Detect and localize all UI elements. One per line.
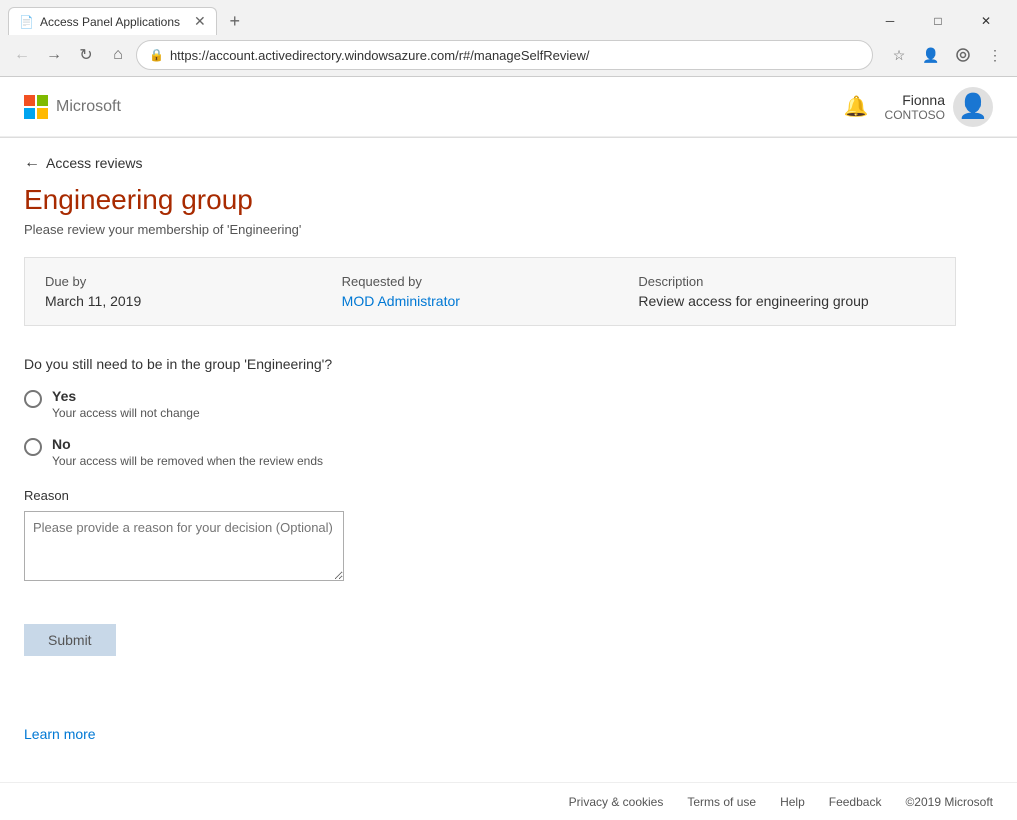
yes-desc: Your access will not change: [52, 406, 200, 420]
info-table: Due by March 11, 2019 Requested by MOD A…: [24, 257, 956, 326]
new-tab-button[interactable]: +: [221, 7, 249, 35]
address-icons: ☆ 👤 ⋮: [885, 41, 1009, 69]
due-label: Due by: [45, 274, 342, 289]
extensions-icon[interactable]: [949, 41, 977, 69]
browser-tab[interactable]: 📄 Access Panel Applications ✕: [8, 7, 217, 35]
yes-title: Yes: [52, 388, 200, 404]
tab-close-button[interactable]: ✕: [194, 13, 206, 30]
reason-textarea[interactable]: [24, 511, 344, 581]
address-bar: ← → ↻ ⌂ 🔒 https://account.activedirector…: [0, 36, 1017, 76]
user-org-name: CONTOSO: [885, 108, 945, 122]
user-name: Fionna CONTOSO: [885, 92, 945, 122]
no-option[interactable]: No Your access will be removed when the …: [24, 436, 956, 468]
forward-button[interactable]: →: [40, 41, 68, 69]
submit-button[interactable]: Submit: [24, 624, 116, 656]
description-value: Review access for engineering group: [638, 293, 935, 309]
reason-label: Reason: [24, 488, 956, 503]
url-bar[interactable]: 🔒 https://account.activedirectory.window…: [136, 40, 873, 70]
due-value: March 11, 2019: [45, 293, 342, 309]
requested-by-col: Requested by MOD Administrator: [342, 274, 639, 309]
copyright-text: ©2019 Microsoft: [905, 795, 993, 809]
no-radio[interactable]: [24, 438, 42, 456]
main-content: ← Access reviews Engineering group Pleas…: [0, 138, 980, 782]
reason-section: Reason: [24, 488, 956, 584]
minimize-button[interactable]: ─: [867, 7, 913, 35]
requested-label: Requested by: [342, 274, 639, 289]
page-title: Engineering group: [24, 184, 956, 216]
user-avatar[interactable]: 👤: [953, 87, 993, 127]
ms-header: Microsoft 🔔 Fionna CONTOSO 👤: [0, 77, 1017, 137]
browser-chrome: 📄 Access Panel Applications ✕ + ─ □ ✕ ← …: [0, 0, 1017, 77]
ms-logo: Microsoft: [24, 95, 121, 119]
logo-green: [37, 95, 48, 106]
back-button[interactable]: ←: [8, 41, 36, 69]
terms-of-use-link[interactable]: Terms of use: [687, 795, 756, 809]
security-lock-icon: 🔒: [149, 48, 164, 62]
logo-yellow: [37, 108, 48, 119]
help-link[interactable]: Help: [780, 795, 805, 809]
back-arrow-icon: ←: [24, 154, 40, 172]
ms-logo-squares: [24, 95, 48, 119]
avatar-icon: 👤: [958, 92, 988, 121]
yes-radio[interactable]: [24, 390, 42, 408]
refresh-button[interactable]: ↻: [72, 41, 100, 69]
menu-icon[interactable]: ⋮: [981, 41, 1009, 69]
back-nav-label: Access reviews: [46, 155, 142, 171]
window-controls: ─ □ ✕: [867, 7, 1009, 35]
review-question: Do you still need to be in the group 'En…: [24, 356, 956, 372]
page-footer: Privacy & cookies Terms of use Help Feed…: [0, 782, 1017, 820]
description-col: Description Review access for engineerin…: [638, 274, 935, 309]
no-label: No Your access will be removed when the …: [52, 436, 323, 468]
no-desc: Your access will be removed when the rev…: [52, 454, 323, 468]
yes-label: Yes Your access will not change: [52, 388, 200, 420]
logo-blue: [24, 108, 35, 119]
yes-option[interactable]: Yes Your access will not change: [24, 388, 956, 420]
description-label: Description: [638, 274, 935, 289]
title-bar: 📄 Access Panel Applications ✕ + ─ □ ✕: [0, 0, 1017, 36]
tab-icon: 📄: [19, 15, 34, 29]
notification-bell-icon[interactable]: 🔔: [844, 94, 869, 119]
due-by-col: Due by March 11, 2019: [45, 274, 342, 309]
feedback-link[interactable]: Feedback: [829, 795, 882, 809]
ms-logo-text: Microsoft: [56, 98, 121, 116]
header-right: 🔔 Fionna CONTOSO 👤: [844, 87, 993, 127]
url-text: https://account.activedirectory.windowsa…: [170, 48, 860, 63]
user-info[interactable]: Fionna CONTOSO 👤: [885, 87, 993, 127]
home-button[interactable]: ⌂: [104, 41, 132, 69]
learn-more-link[interactable]: Learn more: [24, 726, 96, 742]
star-icon[interactable]: ☆: [885, 41, 913, 69]
person-icon[interactable]: 👤: [917, 41, 945, 69]
privacy-cookies-link[interactable]: Privacy & cookies: [569, 795, 664, 809]
page-content: Microsoft 🔔 Fionna CONTOSO 👤 ← Access re…: [0, 77, 1017, 820]
user-display-name: Fionna: [885, 92, 945, 108]
close-button[interactable]: ✕: [963, 7, 1009, 35]
logo-red: [24, 95, 35, 106]
tab-title: Access Panel Applications: [40, 15, 180, 29]
no-title: No: [52, 436, 323, 452]
page-subtitle: Please review your membership of 'Engine…: [24, 222, 956, 237]
requested-value[interactable]: MOD Administrator: [342, 293, 639, 309]
restore-button[interactable]: □: [915, 7, 961, 35]
back-nav[interactable]: ← Access reviews: [24, 138, 956, 184]
